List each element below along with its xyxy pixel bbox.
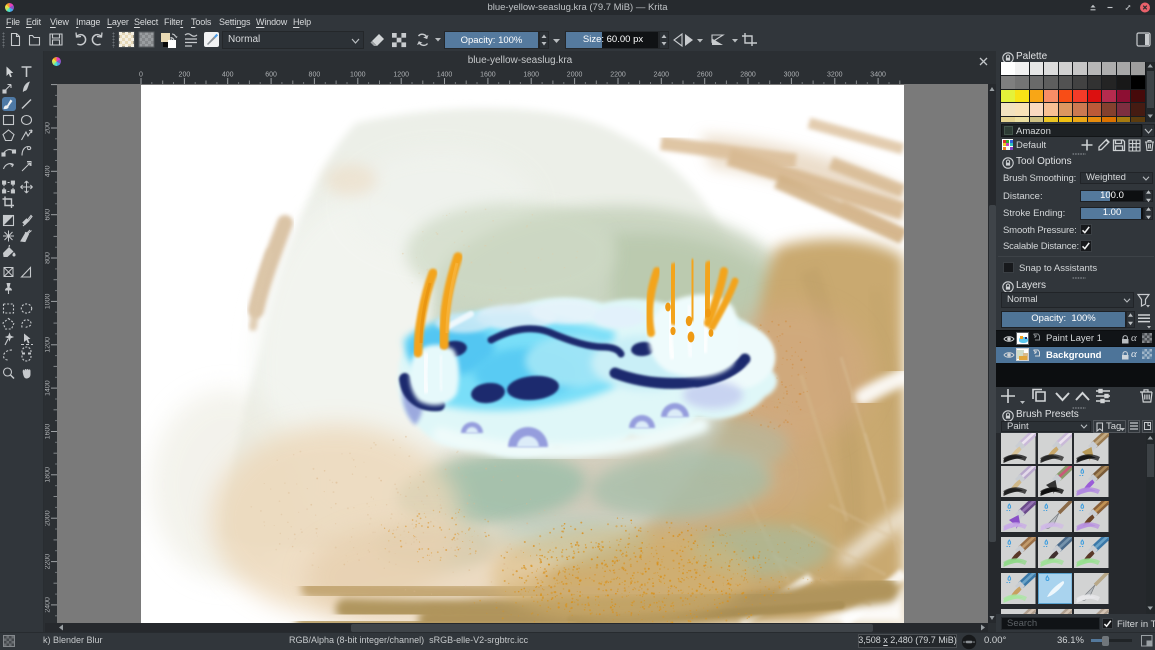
svg-text:1800: 1800 <box>45 467 52 483</box>
svg-text:2200: 2200 <box>45 554 52 570</box>
svg-text:400: 400 <box>222 72 234 79</box>
svg-text:1800: 1800 <box>523 72 539 79</box>
svg-text:2000: 2000 <box>567 72 583 79</box>
svg-text:2400: 2400 <box>654 72 670 79</box>
svg-text:2800: 2800 <box>740 72 756 79</box>
svg-text:1200: 1200 <box>45 337 52 353</box>
svg-text:2400: 2400 <box>45 597 52 613</box>
svg-text:3400: 3400 <box>870 72 886 79</box>
svg-text:2200: 2200 <box>610 72 626 79</box>
svg-text:2000: 2000 <box>45 510 52 526</box>
svg-text:3200: 3200 <box>827 72 843 79</box>
svg-text:0: 0 <box>139 72 143 79</box>
svg-text:1000: 1000 <box>350 72 366 79</box>
svg-text:600: 600 <box>265 72 277 79</box>
svg-text:400: 400 <box>45 165 52 177</box>
svg-text:1200: 1200 <box>393 72 409 79</box>
svg-text:800: 800 <box>309 72 321 79</box>
svg-text:200: 200 <box>179 72 191 79</box>
svg-text:3000: 3000 <box>784 72 800 79</box>
svg-text:1400: 1400 <box>437 72 453 79</box>
svg-text:800: 800 <box>45 252 52 264</box>
svg-text:600: 600 <box>45 209 52 221</box>
svg-text:2600: 2600 <box>697 72 713 79</box>
svg-text:1400: 1400 <box>45 380 52 396</box>
svg-text:1000: 1000 <box>45 294 52 310</box>
svg-text:1600: 1600 <box>480 72 496 79</box>
svg-text:1600: 1600 <box>45 424 52 440</box>
svg-text:200: 200 <box>45 122 52 134</box>
